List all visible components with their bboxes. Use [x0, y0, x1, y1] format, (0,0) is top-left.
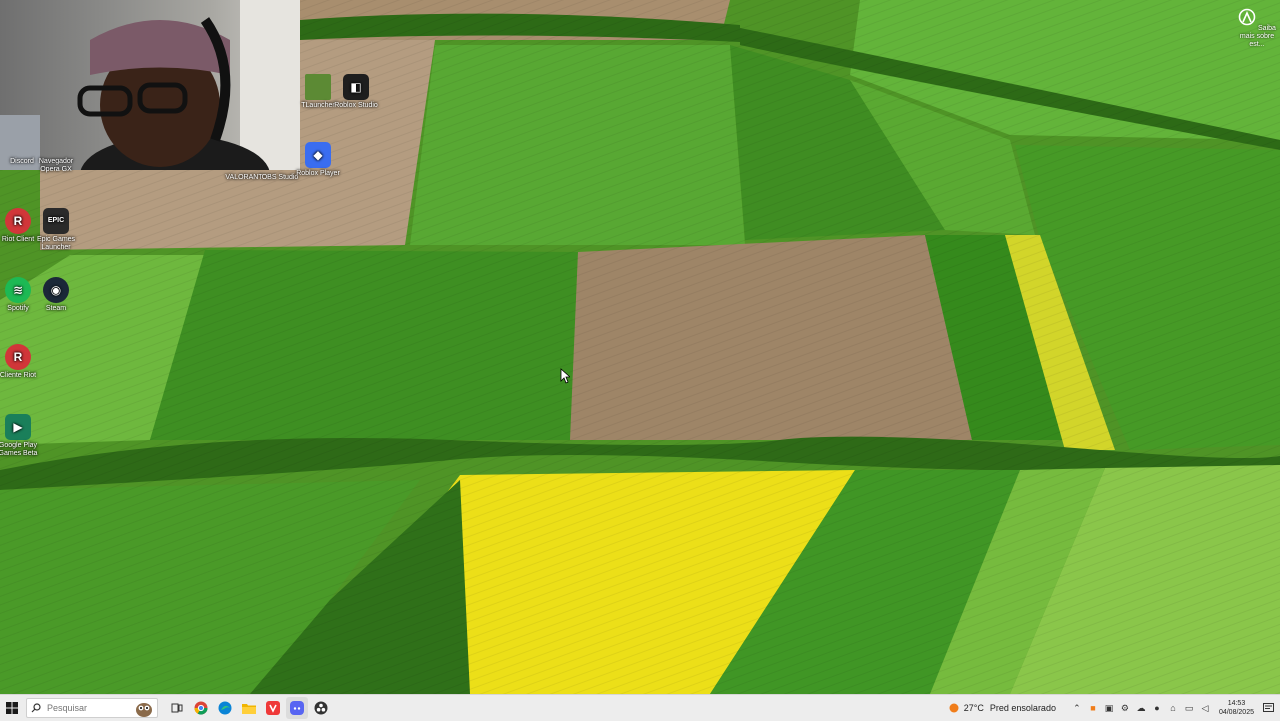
tlauncher-icon	[305, 74, 331, 100]
notification-bubble-icon	[1262, 702, 1274, 712]
webcam-person-image	[0, 0, 300, 170]
obs-icon	[314, 701, 328, 715]
start-button[interactable]	[1, 697, 23, 719]
edge-icon	[218, 701, 232, 715]
epic-games-icon: EPIC	[43, 208, 69, 234]
desktop-icon-steam[interactable]: ◉ Steam	[34, 277, 78, 313]
network-icon[interactable]: ⌂	[1167, 702, 1179, 714]
clock-time: 14:53	[1227, 700, 1246, 707]
weather-temperature: 27°C	[963, 703, 984, 713]
riot-icon: R	[5, 344, 31, 370]
taskbar-search[interactable]	[26, 698, 158, 718]
google-play-games-icon: ▶	[5, 414, 31, 440]
owl-search-highlight-icon	[136, 703, 152, 717]
sun-weather-icon	[949, 703, 959, 713]
tray-app-icon[interactable]: ■	[1087, 702, 1099, 714]
desktop-icon-label: Roblox Studio	[334, 102, 378, 109]
desktop-icon-cliente-riot[interactable]: R Cliente Riot	[0, 344, 40, 380]
search-input[interactable]	[45, 702, 129, 714]
folder-icon	[242, 704, 256, 714]
taskbar-clock[interactable]: 14:53 04/08/2025	[1219, 699, 1254, 717]
desktop-icon-label: Navegador Opera GX	[38, 158, 74, 173]
spotify-icon: ≋	[5, 277, 31, 303]
weather-description: Pred ensolarado	[989, 703, 1056, 713]
taskbar-app-explorer[interactable]	[238, 697, 260, 719]
desktop-icon-opera-gx[interactable]: Navegador Opera GX	[34, 158, 78, 174]
tray-monitor-icon[interactable]: ▣	[1103, 702, 1115, 714]
search-icon	[31, 703, 41, 713]
task-view-icon	[171, 703, 183, 713]
roblox-player-icon: ◆	[305, 142, 331, 168]
desktop-icon-roblox-studio[interactable]: ◧ Roblox Studio	[334, 74, 378, 110]
weather-widget[interactable]: 27°C Pred ensolarado	[944, 697, 1060, 719]
taskbar: 27°C Pred ensolarado ⌃ ■ ▣ ⚙ ☁ ● ⌂ ▭ ◁ 1…	[0, 694, 1280, 721]
riot-icon: R	[5, 208, 31, 234]
roblox-studio-icon: ◧	[343, 74, 369, 100]
webcam-overlay	[0, 0, 300, 170]
clock-date: 04/08/2025	[1218, 709, 1254, 716]
desktop-icon-label: Epic Games Launcher	[36, 236, 76, 251]
desktop-icon-epic-games[interactable]: EPIC Epic Games Launcher	[34, 208, 78, 252]
taskbar-app-chrome[interactable]	[190, 697, 212, 719]
tray-cloud-icon[interactable]: ☁	[1135, 702, 1147, 714]
taskbar-app-discord[interactable]	[286, 697, 308, 719]
show-hidden-icons-chevron-up-icon[interactable]: ⌃	[1071, 702, 1083, 714]
desktop-icon-roblox-player[interactable]: ◆ Roblox Player	[296, 142, 340, 178]
taskbar-app-edge[interactable]	[214, 697, 236, 719]
task-view-button[interactable]	[166, 697, 188, 719]
desktop-icon-label: Cliente Riot	[0, 372, 37, 379]
steam-icon: ◉	[43, 277, 69, 303]
desktop-icon-label: Google Play Games Beta	[0, 442, 38, 457]
volume-icon[interactable]: ◁	[1199, 702, 1211, 714]
taskbar-app-vivaldi[interactable]	[262, 697, 284, 719]
notification-center-icon[interactable]	[1262, 702, 1274, 714]
spotlight-learn-more[interactable]: Saiba mais sobre est...	[1238, 8, 1276, 49]
desktop-icon-google-play-games[interactable]: ▶ Google Play Games Beta	[0, 414, 40, 458]
display-icon[interactable]: ▭	[1183, 702, 1195, 714]
mouse-cursor-icon	[560, 368, 570, 384]
windows-logo-icon	[6, 702, 18, 714]
tray-gear-icon[interactable]: ⚙	[1119, 702, 1131, 714]
discord-icon	[290, 701, 304, 715]
microphone-icon[interactable]: ●	[1151, 702, 1163, 714]
desktop-icon-label: Roblox Player	[296, 170, 340, 177]
chrome-icon	[194, 701, 208, 715]
system-tray: 27°C Pred ensolarado ⌃ ■ ▣ ⚙ ☁ ● ⌂ ▭ ◁ 1…	[943, 695, 1280, 721]
camera-pin-icon	[1238, 8, 1256, 26]
taskbar-app-obs[interactable]	[310, 697, 332, 719]
vivaldi-icon	[266, 701, 280, 715]
desktop-icon-label: Steam	[45, 305, 67, 312]
